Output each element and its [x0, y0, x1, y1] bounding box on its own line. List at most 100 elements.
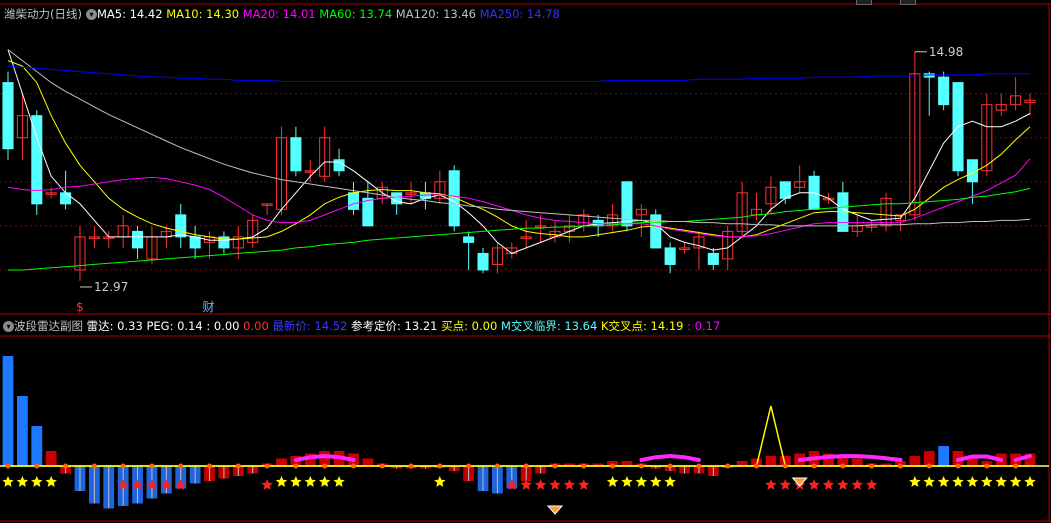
yellow-star-icon	[621, 476, 633, 487]
radar-bar	[276, 458, 287, 466]
radar-bar	[45, 451, 57, 466]
red-star-icon	[808, 479, 820, 490]
main-chart-header: 潍柴动力(日线) ▾ MA5: 14.42 MA10: 14.30 MA20: 14…	[0, 5, 560, 23]
yellow-star-icon	[304, 476, 316, 487]
sub-chart-header: ▾ 波段雷达副图 雷达: 0.33 PEG: 0.14 : 0.00 0.00 最…	[0, 317, 720, 335]
candle-body	[664, 247, 676, 265]
yellow-star-icon	[981, 476, 993, 487]
yellow-star-icon	[1009, 476, 1022, 487]
ma60-label: MA60: 13.74	[319, 7, 393, 21]
baseline-dot	[1013, 463, 1019, 469]
baseline-dot	[149, 463, 155, 469]
ma-line-ma60	[8, 187, 1031, 271]
baseline-dot	[408, 463, 414, 469]
yellow-star-icon	[16, 476, 29, 487]
candle-body	[175, 214, 187, 238]
yellow-star-icon	[434, 476, 446, 487]
radar-bar	[362, 458, 374, 466]
baseline-dot	[350, 463, 356, 469]
red-star-icon	[578, 479, 590, 490]
ma250-label: MA250: 14.78	[479, 7, 560, 21]
baseline-dot	[379, 463, 385, 469]
ma20-label: MA20: 14.01	[242, 7, 316, 21]
red-star-icon	[866, 479, 878, 490]
baseline-dot	[782, 463, 788, 469]
extra-value: : 0.17	[687, 319, 721, 333]
baseline-dot	[494, 463, 500, 469]
diamond-icon	[546, 505, 564, 515]
red-star-icon	[851, 479, 863, 490]
zero-value: 0.00	[243, 319, 269, 333]
baseline-dot	[725, 463, 731, 469]
baseline-dot	[437, 463, 443, 469]
baseline-dot	[322, 463, 328, 469]
baseline-dot	[120, 463, 126, 469]
baseline-dot	[207, 463, 213, 469]
low-price-label: 12.97	[94, 280, 128, 294]
candle-body	[333, 159, 345, 172]
candle-body	[650, 214, 662, 249]
radar-bar	[938, 446, 950, 466]
baseline-dot	[667, 463, 673, 469]
red-star-icon	[837, 479, 849, 490]
reference-price: 参考定价: 13.21	[351, 319, 438, 333]
yellow-star-icon	[606, 476, 619, 487]
candle-body	[938, 76, 950, 106]
stock-name: 潍柴动力	[4, 7, 50, 21]
baseline-dot	[552, 463, 558, 469]
red-star-icon	[563, 479, 576, 490]
baseline-dot	[581, 463, 587, 469]
chart-period: (日线)	[50, 7, 82, 21]
candle-body	[779, 181, 791, 199]
trend-arc	[956, 454, 1004, 462]
yellow-star-icon	[966, 476, 979, 487]
radar-bar	[765, 456, 777, 466]
event-marker-s: $	[76, 300, 84, 314]
yellow-star-icon	[909, 476, 921, 487]
yellow-star-icon	[995, 476, 1007, 487]
event-marker-finance: 财	[203, 300, 215, 314]
baseline-dot	[293, 463, 299, 469]
radar-value: 雷达: 0.33	[86, 319, 143, 333]
red-star-icon	[822, 479, 835, 490]
ma5-label: MA5: 14.42	[96, 7, 163, 21]
window-button[interactable]	[856, 0, 872, 5]
yellow-star-icon	[650, 476, 662, 487]
baseline-dot	[840, 463, 846, 469]
yellow-star-icon	[290, 476, 302, 487]
baseline-dot	[754, 463, 760, 469]
yellow-star-icon	[664, 476, 676, 487]
baseline-dot	[5, 463, 11, 469]
baseline-dot	[638, 463, 644, 469]
chevron-down-icon[interactable]: ▾	[3, 321, 14, 332]
yellow-star-icon	[923, 476, 935, 487]
baseline-dot	[955, 463, 961, 469]
k-cross-point: K交叉点: 14.19	[600, 319, 684, 333]
latest-price: 最新价: 14.52	[272, 319, 348, 333]
radar-bar	[851, 458, 863, 466]
chevron-down-icon[interactable]: ▾	[85, 9, 97, 20]
candle-body	[707, 252, 719, 265]
candle-body	[463, 236, 475, 243]
peg-value: PEG: 0.14 : 0.00	[146, 319, 240, 333]
red-star-icon	[765, 479, 777, 490]
baseline-dot	[984, 463, 990, 469]
baseline-dot	[91, 463, 97, 469]
m-cross-critical: M交叉临界: 13.64	[500, 319, 598, 333]
candle-body	[290, 137, 302, 172]
baseline-dot	[610, 463, 616, 469]
trend-arc	[797, 454, 903, 462]
radar-bar	[16, 396, 28, 466]
yellow-star-icon	[937, 476, 950, 487]
candle-body	[2, 82, 14, 150]
high-price-label: 14.98	[929, 45, 963, 59]
radar-bar	[2, 356, 14, 466]
baseline-dot	[811, 463, 817, 469]
window-button[interactable]	[900, 0, 916, 5]
yellow-star-icon	[333, 476, 345, 487]
baseline-dot	[466, 463, 472, 469]
diamond-icon	[791, 477, 808, 487]
red-star-icon	[549, 479, 561, 490]
baseline-dot	[696, 463, 702, 469]
candle-body	[189, 236, 201, 249]
